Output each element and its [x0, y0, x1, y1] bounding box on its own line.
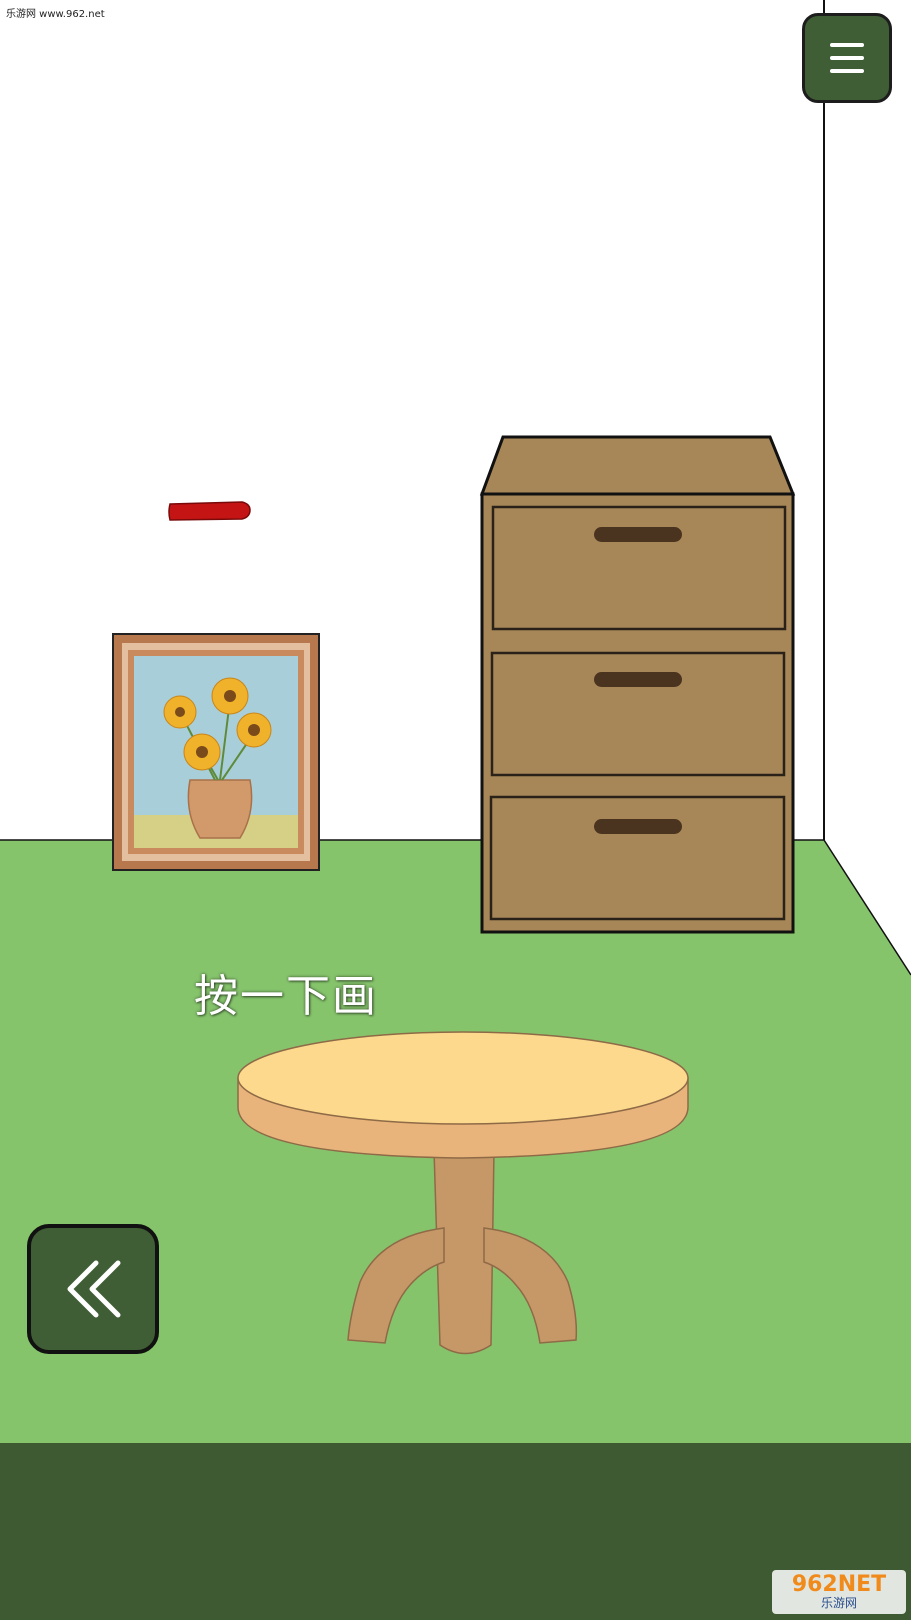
drawer-middle[interactable] — [490, 651, 786, 777]
back-button[interactable] — [27, 1224, 159, 1354]
drawer-top[interactable] — [491, 505, 787, 631]
site-watermark-text: 乐游网 www.962.net — [6, 9, 105, 20]
sunflower-painting[interactable] — [112, 633, 320, 871]
logo-brand: 962NET — [791, 1572, 887, 1597]
drawer-bottom[interactable] — [489, 795, 786, 921]
double-chevron-left-icon — [67, 1260, 121, 1318]
site-logo-watermark: 962NET 乐游网 — [772, 1570, 906, 1614]
menu-button[interactable] — [802, 13, 892, 103]
hint-text: 按一下画 — [194, 971, 378, 1022]
room-scene — [0, 0, 911, 1620]
hamburger-menu-icon — [830, 43, 864, 73]
red-stick-item[interactable] — [168, 501, 251, 521]
logo-caption: 乐游网 — [820, 1596, 857, 1610]
